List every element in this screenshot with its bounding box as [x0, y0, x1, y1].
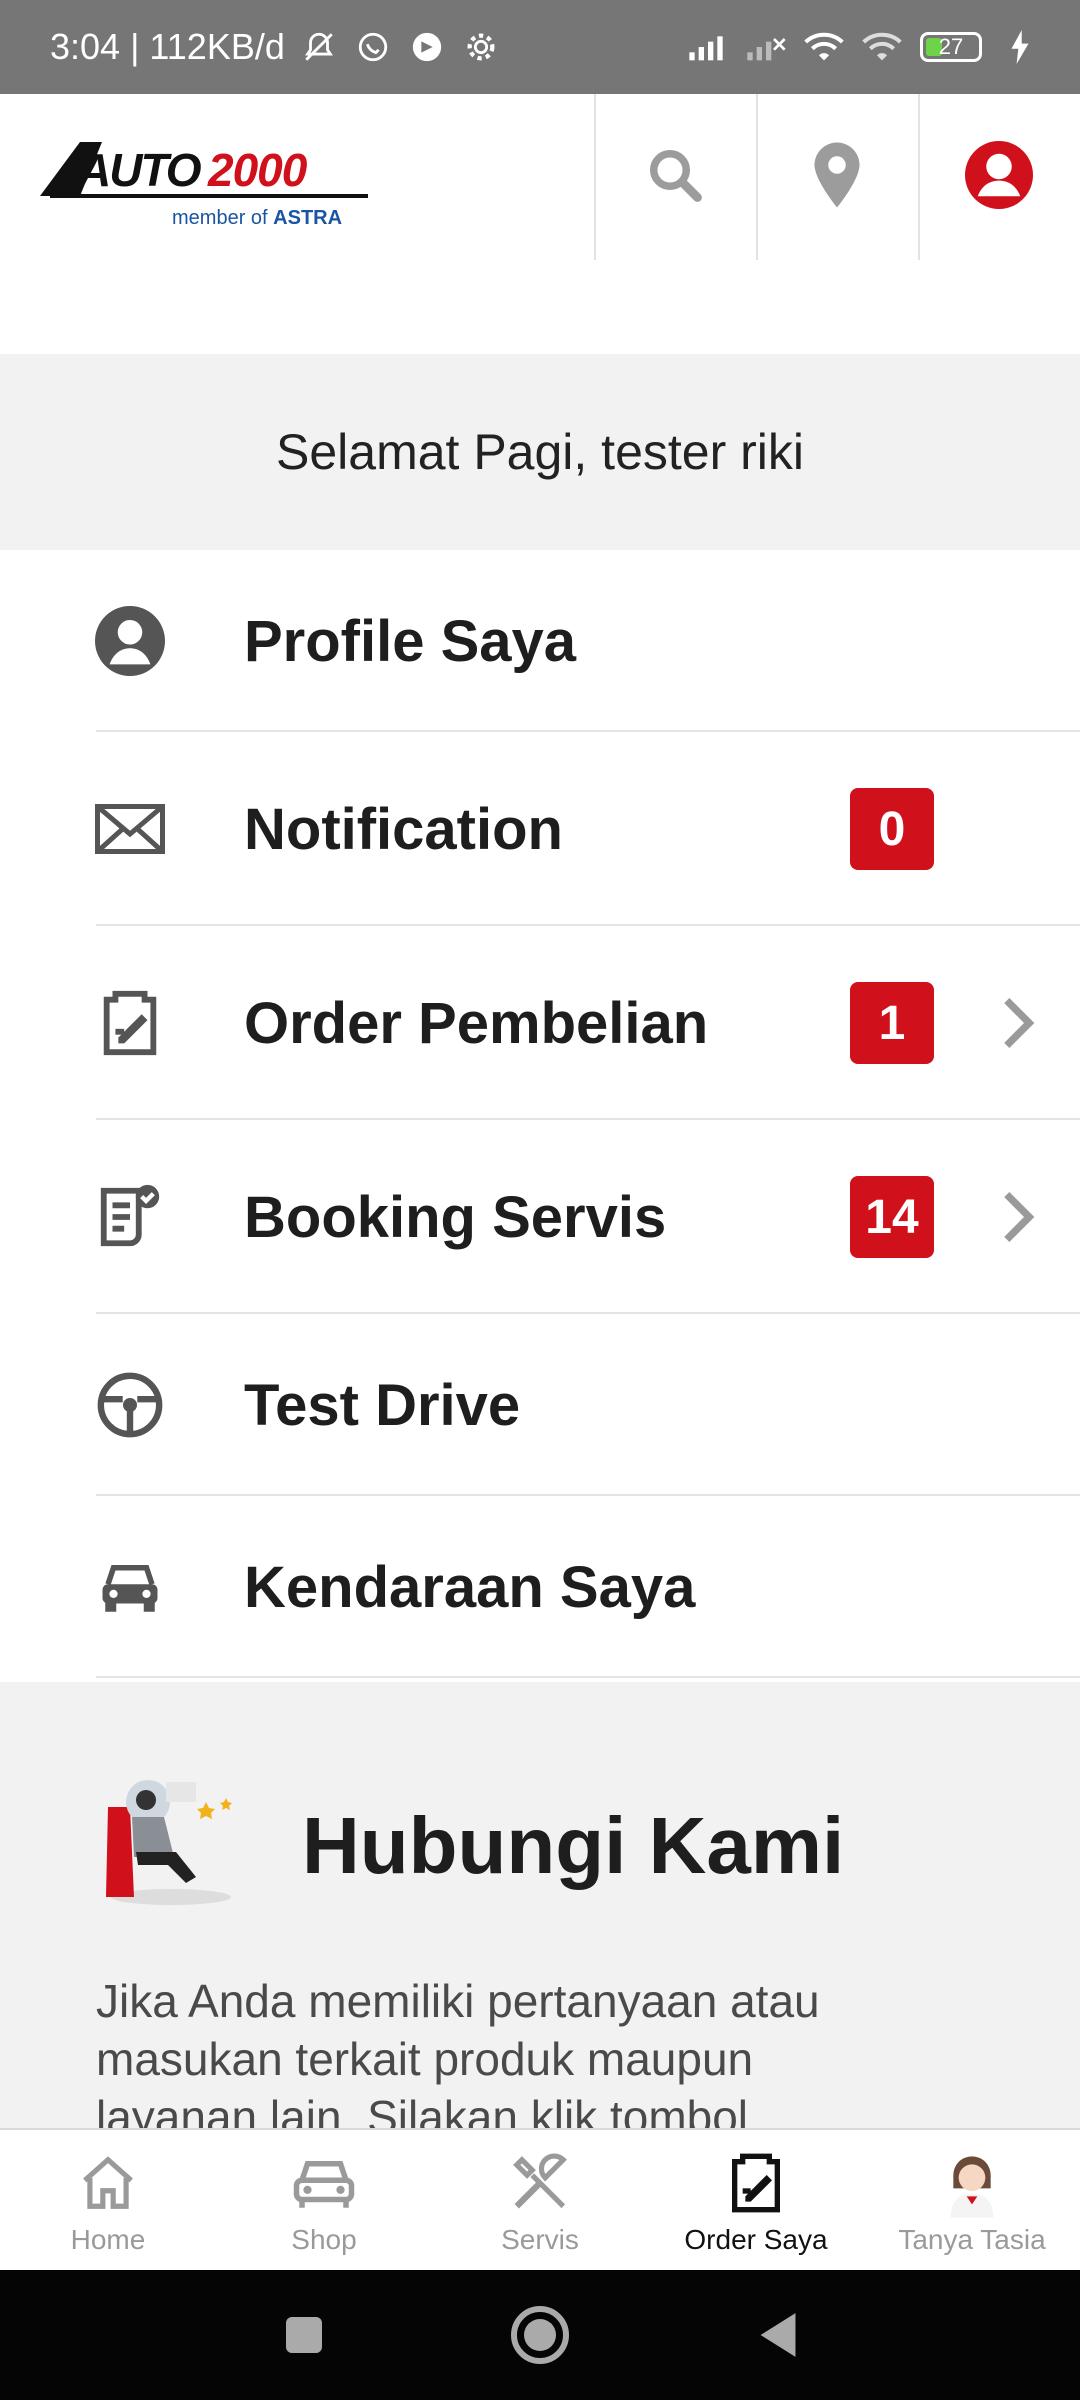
nav-label: Order Saya [684, 2224, 828, 2255]
tools-icon [504, 2148, 576, 2218]
account-menu: Profile Saya Notification 0 Order Pembel… [0, 550, 1080, 1678]
whatsapp-icon [353, 27, 393, 67]
app-header: AUTO 2000 member of ASTRA [0, 94, 1080, 260]
booking-icon [94, 1181, 166, 1253]
auto2000-logo[interactable]: AUTO 2000 member of ASTRA [40, 134, 370, 234]
menu-item-order-pembelian[interactable]: Order Pembelian 1 [0, 926, 1080, 1120]
search-button[interactable] [594, 94, 754, 260]
profile-icon [94, 605, 166, 677]
car-icon [288, 2148, 360, 2218]
envelope-icon [94, 793, 166, 865]
steering-wheel-icon [94, 1369, 166, 1441]
menu-item-kendaraan-saya[interactable]: Kendaraan Saya [0, 1496, 1080, 1678]
profile-button[interactable] [918, 94, 1078, 260]
bottom-navigation: Home Shop Servis Order Saya Tanya Tasia [0, 2128, 1080, 2272]
contact-title: Hubungi Kami [302, 1801, 845, 1890]
menu-item-label: Profile Saya [244, 608, 577, 674]
menu-item-booking-servis[interactable]: Booking Servis 14 [0, 1120, 1080, 1314]
menu-item-test-drive[interactable]: Test Drive [0, 1314, 1080, 1496]
logo-member-text: member of ASTRA [172, 207, 342, 229]
back-button[interactable] [748, 2305, 808, 2365]
order-count-badge: 1 [850, 982, 934, 1064]
location-pin-icon [812, 142, 862, 213]
nav-label: Home [70, 2224, 146, 2255]
user-avatar-icon [965, 140, 1033, 214]
menu-item-label: Booking Servis [244, 1184, 667, 1250]
wifi-icon [804, 27, 844, 67]
contact-description: Jika Anda memiliki pertanyaan atau masuk… [96, 1975, 820, 2128]
nav-label: Shop [291, 2224, 357, 2255]
nav-home[interactable]: Home [0, 2130, 216, 2272]
menu-item-notification[interactable]: Notification 0 [0, 732, 1080, 926]
nav-label: Servis [501, 2224, 579, 2255]
assistant-avatar-icon [936, 2148, 1008, 2218]
customer-service-illustration [96, 1772, 246, 1912]
wifi-hotspot-icon [862, 27, 902, 67]
order-icon [720, 2148, 792, 2218]
home-system-button[interactable] [510, 2305, 570, 2365]
location-button[interactable] [756, 94, 916, 260]
nav-label: Tanya Tasia [898, 2224, 1046, 2255]
logo-auto-text: AUTO [77, 144, 202, 196]
search-icon [645, 145, 705, 210]
chevron-right-icon [996, 993, 1040, 1053]
nav-order-saya[interactable]: Order Saya [648, 2130, 864, 2272]
settings-icon [461, 27, 501, 67]
menu-item-profile[interactable]: Profile Saya [0, 550, 1080, 732]
greeting-banner: Selamat Pagi, tester riki [0, 354, 1080, 550]
signal-no-service-icon [746, 27, 786, 67]
divider [96, 1676, 1080, 1678]
recents-button[interactable] [274, 2305, 334, 2365]
battery-level: 27 [938, 34, 964, 59]
battery-icon: 27 [920, 32, 982, 62]
status-bar: 3:04 | 112KB/d 27 [0, 0, 1080, 94]
charging-icon [1000, 27, 1040, 67]
nav-tanya-tasia[interactable]: Tanya Tasia [864, 2130, 1080, 2272]
car-icon [94, 1551, 166, 1623]
mute-icon [299, 27, 339, 67]
order-icon [94, 987, 166, 1059]
chevron-right-icon [996, 1187, 1040, 1247]
booking-count-badge: 14 [850, 1176, 934, 1258]
menu-item-label: Notification [244, 796, 563, 862]
system-navigation-bar [0, 2270, 1080, 2400]
signal-icon [688, 27, 728, 67]
nav-servis[interactable]: Servis [432, 2130, 648, 2272]
menu-item-label: Test Drive [244, 1372, 521, 1438]
notification-count-badge: 0 [850, 788, 934, 870]
contact-section: Hubungi Kami Jika Anda memiliki pertanya… [0, 1682, 1080, 2128]
logo-2000-text: 2000 [207, 144, 308, 196]
nav-shop[interactable]: Shop [216, 2130, 432, 2272]
home-icon [72, 2148, 144, 2218]
menu-item-label: Kendaraan Saya [244, 1554, 696, 1620]
menu-item-label: Order Pembelian [244, 990, 709, 1056]
app-icon [407, 27, 447, 67]
status-time: 3:04 | 112KB/d [50, 26, 285, 67]
